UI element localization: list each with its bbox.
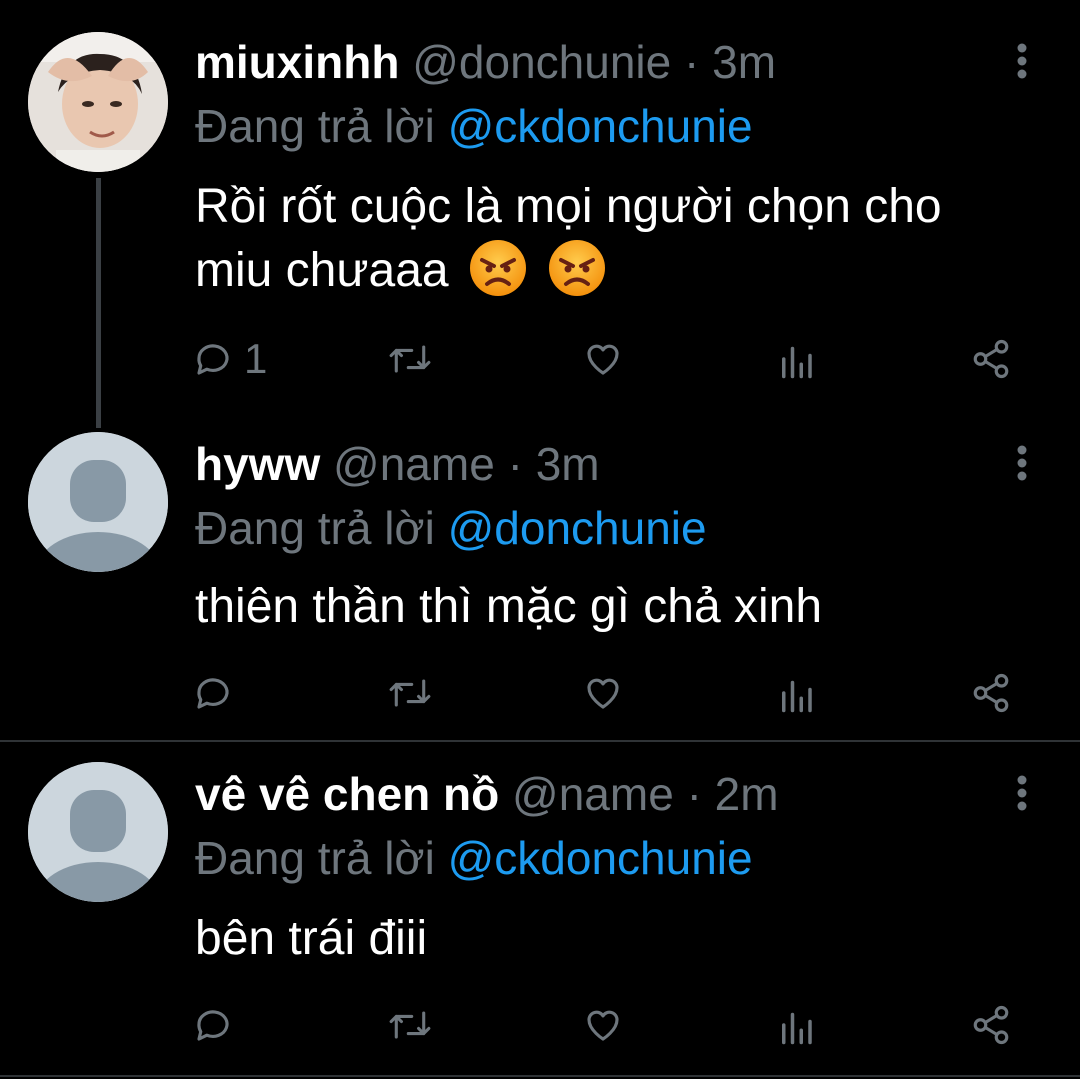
tweet-actions: 1 (0, 334, 1080, 384)
reply-count: 1 (244, 335, 268, 382)
user-handle[interactable]: @name (333, 438, 495, 490)
display-name[interactable]: vê vê chen nồ (195, 768, 499, 820)
more-options-button[interactable] (1010, 774, 1034, 814)
display-name[interactable]: hyww (195, 438, 320, 490)
angry-face-emoji (469, 240, 526, 296)
avatar[interactable] (28, 432, 168, 572)
mention-link[interactable]: @ckdonchunie (448, 100, 753, 152)
retweet-button[interactable] (386, 668, 434, 718)
mention-link[interactable]: @donchunie (448, 502, 707, 554)
like-button[interactable] (582, 1000, 624, 1050)
mention-link[interactable]: @ckdonchunie (448, 832, 753, 884)
more-vertical-icon (1017, 445, 1027, 481)
tweet-text: bên trái điii (195, 912, 428, 965)
tweet-divider (0, 1075, 1080, 1077)
default-avatar-icon (28, 432, 168, 572)
reply-icon (197, 1010, 229, 1041)
tweet-text: Rồi rốt cuộc là mọi người chọn cho miu c… (195, 176, 942, 302)
replying-to: Đang trả lời @donchunie (195, 500, 707, 556)
share-button[interactable] (970, 668, 1012, 718)
tweet-1[interactable]: miuxinhh @donchunie · 3m Đang trả lời @c… (0, 0, 1080, 428)
retweet-button[interactable] (386, 334, 434, 384)
retweet-icon (389, 345, 431, 373)
share-button[interactable] (970, 334, 1012, 384)
more-options-button[interactable] (1010, 42, 1034, 82)
avatar[interactable] (28, 32, 168, 172)
tweet-header: miuxinhh @donchunie · 3m (195, 34, 776, 90)
reply-icon (197, 344, 229, 375)
replying-prefix: Đang trả lời (195, 832, 435, 884)
share-icon (973, 339, 1009, 379)
display-name[interactable]: miuxinhh (195, 36, 399, 88)
analytics-button[interactable] (778, 1000, 814, 1050)
retweet-button[interactable] (386, 1000, 434, 1050)
tweet-actions (0, 1000, 1080, 1050)
tweet-text-line-2: miu chưaaa (195, 238, 942, 302)
like-button[interactable] (582, 334, 624, 384)
more-vertical-icon (1017, 775, 1027, 811)
tweet-text: thiên thần thì mặc gì chả xinh (195, 580, 823, 633)
tweet-text-line-2-text: miu chưaaa (195, 244, 449, 297)
analytics-icon (782, 680, 812, 713)
heart-icon (587, 678, 619, 709)
separator-dot: · (507, 438, 523, 490)
more-options-button[interactable] (1010, 444, 1034, 484)
share-icon (973, 1005, 1009, 1045)
reply-button[interactable] (192, 668, 234, 718)
timestamp[interactable]: 2m (715, 768, 779, 820)
reply-icon (197, 678, 229, 709)
heart-icon (587, 344, 619, 375)
avatar[interactable] (28, 762, 168, 902)
analytics-icon (782, 346, 812, 379)
user-handle[interactable]: @donchunie (412, 36, 671, 88)
thread-line (96, 178, 101, 428)
default-avatar-icon (28, 762, 168, 902)
analytics-button[interactable] (778, 334, 814, 384)
angry-face-emoji (549, 240, 606, 296)
replying-prefix: Đang trả lời (195, 502, 435, 554)
replying-prefix: Đang trả lời (195, 100, 435, 152)
user-handle[interactable]: @name (512, 768, 674, 820)
like-button[interactable] (582, 668, 624, 718)
share-button[interactable] (970, 1000, 1012, 1050)
share-icon (973, 673, 1009, 713)
replying-to: Đang trả lời @ckdonchunie (195, 830, 753, 886)
retweet-icon (389, 679, 431, 707)
timestamp[interactable]: 3m (712, 36, 776, 88)
tweet-2[interactable]: hyww @name · 3m Đang trả lời @donchunie … (0, 420, 1080, 740)
timestamp[interactable]: 3m (536, 438, 600, 490)
separator-dot: · (684, 36, 700, 88)
heart-icon (587, 1010, 619, 1041)
more-vertical-icon (1017, 43, 1027, 79)
tweet-header: vê vê chen nồ @name · 2m (195, 766, 779, 822)
tweet-actions (0, 668, 1080, 718)
reply-button[interactable] (192, 1000, 234, 1050)
analytics-icon (782, 1012, 812, 1045)
tweet-header: hyww @name · 3m (195, 436, 600, 492)
replying-to: Đang trả lời @ckdonchunie (195, 98, 753, 154)
separator-dot: · (686, 768, 702, 820)
reply-button[interactable]: 1 (192, 334, 267, 384)
tweet-3[interactable]: vê vê chen nồ @name · 2m Đang trả lời @c… (0, 742, 1080, 1079)
retweet-icon (389, 1011, 431, 1039)
analytics-button[interactable] (778, 668, 814, 718)
tweet-text-line: Rồi rốt cuộc là mọi người chọn cho (195, 180, 942, 233)
profile-photo (28, 32, 168, 172)
